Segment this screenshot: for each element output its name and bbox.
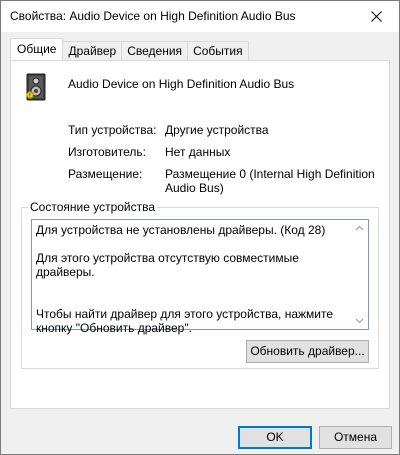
tab-strip: Общие Драйвер Сведения События <box>10 38 249 60</box>
location-value: Размещение 0 (Internal High Definition A… <box>165 167 375 195</box>
device-status-textbox[interactable]: Для устройства не установлены драйверы. … <box>31 219 369 335</box>
device-name: Audio Device on High Definition Audio Bu… <box>68 77 295 91</box>
scroll-down-icon[interactable] <box>355 316 364 325</box>
title-bar: Свойства: Audio Device on High Definitio… <box>1 1 399 32</box>
device-type-value: Другие устройства <box>165 123 269 137</box>
device-properties-dialog: Свойства: Audio Device on High Definitio… <box>0 0 400 455</box>
device-type-label: Тип устройства: <box>68 123 157 137</box>
tab-general[interactable]: Общие <box>10 38 64 60</box>
scroll-up-icon[interactable] <box>355 224 364 233</box>
device-status-group: Состояние устройства Для устройства не у… <box>21 200 379 369</box>
ok-button[interactable]: OK <box>238 426 312 449</box>
general-tab-panel: ! Audio Device on High Definition Audio … <box>10 60 390 409</box>
cancel-button[interactable]: Отмена <box>319 426 392 449</box>
update-driver-button[interactable]: Обновить драйвер... <box>246 340 369 363</box>
tab-driver[interactable]: Драйвер <box>62 41 123 60</box>
manufacturer-label: Изготовитель: <box>68 145 146 159</box>
manufacturer-value: Нет данных <box>165 145 231 159</box>
close-icon <box>370 11 382 22</box>
tab-events[interactable]: События <box>187 41 249 60</box>
location-label: Размещение: <box>68 167 143 181</box>
tab-details[interactable]: Сведения <box>121 41 189 60</box>
device-status-text: Для устройства не установлены драйверы. … <box>36 223 334 335</box>
window-title: Свойства: Audio Device on High Definitio… <box>10 9 296 23</box>
status-scrollbar[interactable] <box>351 220 368 329</box>
device-status-title: Состояние устройства <box>28 200 158 214</box>
speaker-device-icon: ! <box>26 73 46 101</box>
svg-text:!: ! <box>29 93 31 100</box>
close-button[interactable] <box>353 1 399 32</box>
